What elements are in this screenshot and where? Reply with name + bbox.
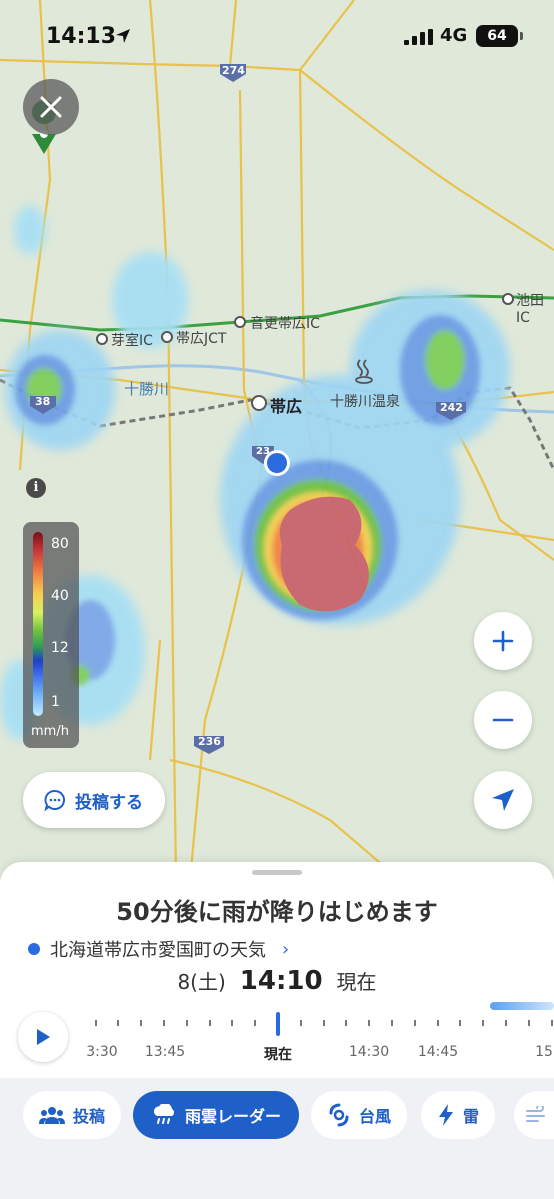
timeline-slider[interactable]: 3:30 13:45 現在 14:30 14:45 15 — [80, 1008, 554, 1068]
tab-typhoon[interactable]: 台風 — [311, 1091, 408, 1139]
my-location-button[interactable] — [474, 771, 532, 829]
lightning-icon — [439, 1104, 453, 1126]
legend-unit: mm/h — [31, 724, 69, 739]
tab-rain-radar-label: 雨雲レーダー — [185, 1107, 282, 1126]
tokachi-onsen-label: 十勝川温泉 — [330, 394, 400, 410]
sheet-handle[interactable] — [252, 870, 302, 875]
location-dot-icon — [28, 943, 40, 955]
radar-map[interactable]: 274 38 242 236 23 芽室IC 帯広JCT 音更帯広IC 池田IC… — [0, 0, 554, 880]
close-icon — [40, 96, 62, 118]
time-label: 14:10 — [239, 966, 323, 996]
minus-icon — [492, 718, 514, 722]
legend-label-40: 40 — [51, 588, 69, 604]
obihiro-label: 帯広 — [270, 397, 303, 416]
play-icon — [37, 1029, 50, 1045]
time-display: 8(土) 14:10 現在 — [0, 966, 554, 996]
memuro-ic-label: 芽室IC — [111, 333, 153, 349]
rain-cloud-icon — [154, 1104, 175, 1124]
timeline-label: 14:45 — [417, 1044, 459, 1060]
close-button[interactable] — [23, 79, 79, 135]
plus-icon — [492, 630, 514, 652]
network-type: 4G — [440, 25, 468, 46]
legend-color-bar — [33, 532, 43, 716]
wind-icon — [526, 1106, 545, 1122]
zoom-in-button[interactable] — [474, 612, 532, 670]
post-button[interactable]: 投稿する — [23, 772, 165, 828]
timeline-label: 3:30 — [86, 1044, 118, 1060]
rainfall-legend: 80 40 12 1 mm/h — [23, 522, 79, 748]
battery-indicator: 64 — [476, 25, 523, 47]
people-icon — [39, 1107, 65, 1124]
otofuke-obihiro-ic-label: 音更帯広IC — [250, 316, 320, 332]
route-38-label: 38 — [35, 395, 51, 408]
tab-post[interactable]: 投稿 — [23, 1091, 122, 1139]
legend-label-1: 1 — [51, 694, 60, 710]
route-236-label: 236 — [198, 735, 221, 748]
tab-post-label: 投稿 — [73, 1107, 106, 1126]
tab-typhoon-label: 台風 — [359, 1107, 392, 1126]
timeline-cursor[interactable] — [276, 1012, 280, 1036]
date-label: 8(土) — [177, 970, 226, 994]
tab-more[interactable] — [514, 1091, 554, 1139]
navigation-arrow-icon — [492, 789, 514, 811]
location-services-icon — [116, 29, 130, 43]
timeline-label: 13:45 — [144, 1044, 186, 1060]
tab-lightning-label: 雷 — [463, 1107, 480, 1126]
status-time: 14:13 — [46, 24, 117, 49]
place-name: 北海道帯広市愛国町の天気 — [50, 940, 266, 961]
route-242-label: 242 — [440, 401, 463, 414]
tokachi-river-label: 十勝川 — [124, 380, 170, 398]
chevron-right-icon: › — [282, 938, 290, 960]
timeline-ticks — [95, 1020, 553, 1026]
timeline-label: 14:30 — [348, 1044, 390, 1060]
ikeda-ic-label: 池田IC — [516, 293, 544, 326]
status-bar: 14:13 4G 64 — [0, 0, 554, 74]
add-comment-icon — [44, 790, 65, 812]
obihiro-jct-label: 帯広JCT — [176, 331, 227, 347]
place-link[interactable]: 北海道帯広市愛国町の天気 › — [28, 936, 289, 962]
zoom-out-button[interactable] — [474, 691, 532, 749]
rain-forecast-headline: 50分後に雨が降りはじめます — [116, 898, 438, 926]
typhoon-icon — [329, 1103, 349, 1127]
timeline-label: 15 — [535, 1044, 553, 1060]
now-label: 現在 — [336, 970, 377, 994]
tab-rain-radar[interactable]: 雨雲レーダー — [133, 1091, 300, 1139]
legend-label-12: 12 — [51, 640, 69, 656]
cellular-signal-icon — [404, 29, 433, 45]
timeline-label-current: 現在 — [264, 1047, 292, 1063]
legend-label-80: 80 — [51, 536, 69, 552]
route-23-label: 23 — [256, 446, 270, 457]
post-button-label: 投稿する — [75, 792, 143, 813]
map-base — [0, 0, 554, 880]
info-icon[interactable]: i — [26, 478, 46, 498]
play-button[interactable] — [18, 1012, 68, 1062]
tab-lightning[interactable]: 雷 — [421, 1091, 496, 1139]
